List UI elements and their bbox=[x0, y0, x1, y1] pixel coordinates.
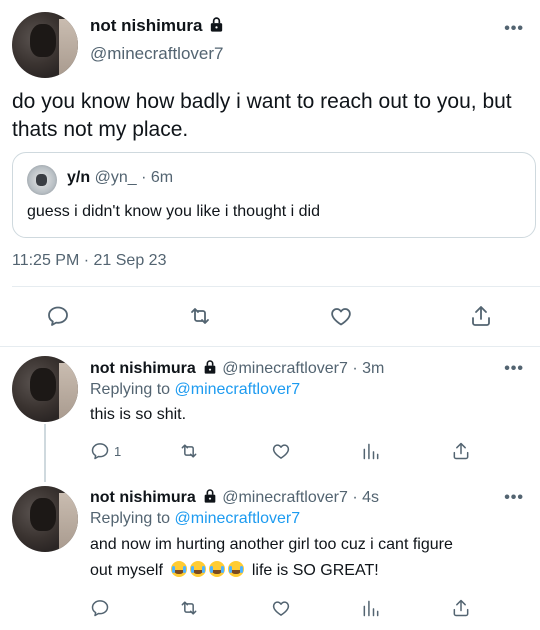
reply-time[interactable]: · 4s bbox=[352, 489, 379, 506]
retweet-icon[interactable] bbox=[178, 598, 200, 618]
tweet-text: do you know how badly i want to reach ou… bbox=[12, 90, 512, 141]
like-icon[interactable] bbox=[328, 304, 354, 328]
quote-handle: @yn_ bbox=[94, 169, 137, 186]
quote-display-name: y/n bbox=[67, 169, 91, 186]
display-name[interactable]: not nishimura bbox=[90, 489, 196, 506]
reply-text-segment: life is SO GREAT! bbox=[251, 562, 379, 579]
reply-time[interactable]: · 3m bbox=[352, 360, 384, 377]
quote-avatar bbox=[27, 165, 57, 195]
quote-text: guess i didn't know you like i thought i… bbox=[27, 203, 321, 220]
more-icon[interactable]: ••• bbox=[504, 20, 524, 38]
display-name[interactable]: not nishimura bbox=[90, 360, 196, 377]
lock-icon bbox=[208, 16, 225, 38]
retweet-icon[interactable] bbox=[178, 441, 200, 461]
avatar[interactable] bbox=[12, 486, 78, 552]
share-icon[interactable] bbox=[451, 598, 471, 618]
more-icon[interactable]: ••• bbox=[504, 489, 524, 507]
reply-icon[interactable] bbox=[46, 304, 70, 328]
replying-to: Replying to @minecraftlover7 bbox=[90, 510, 300, 528]
like-icon[interactable] bbox=[270, 441, 292, 461]
author-line: not nishimura bbox=[90, 16, 225, 38]
more-icon[interactable]: ••• bbox=[504, 360, 524, 378]
action-bar bbox=[0, 300, 540, 332]
mention-link[interactable]: @minecraftlover7 bbox=[175, 381, 301, 398]
lock-icon bbox=[202, 359, 218, 380]
reply-author-line: not nishimura @minecraftlover7 · 3m bbox=[90, 359, 384, 380]
display-name[interactable]: not nishimura bbox=[90, 16, 202, 35]
reply-icon[interactable] bbox=[90, 598, 110, 618]
avatar[interactable] bbox=[12, 12, 78, 78]
share-icon[interactable] bbox=[451, 441, 471, 461]
quoted-tweet[interactable]: y/n @yn_ · 6m guess i didn't know you li… bbox=[12, 152, 536, 238]
reply-button[interactable]: 1 bbox=[90, 441, 121, 461]
avatar[interactable] bbox=[12, 356, 78, 422]
reply-text: and now im hurting another girl too cuz … bbox=[90, 532, 510, 584]
share-icon[interactable] bbox=[469, 304, 493, 328]
reply-text-line: and now im hurting another girl too cuz … bbox=[90, 536, 453, 553]
cat-tears-emoji bbox=[171, 561, 247, 579]
reply-text-line: out myself life is SO GREAT! bbox=[90, 558, 510, 584]
reply-author-line: not nishimura @minecraftlover7 · 4s bbox=[90, 488, 379, 509]
mention-link[interactable]: @minecraftlover7 bbox=[175, 510, 301, 527]
quote-author-line: y/n @yn_ · 6m bbox=[67, 169, 173, 187]
reply-count: 1 bbox=[114, 443, 122, 459]
handle[interactable]: @minecraftlover7 bbox=[222, 360, 348, 377]
lock-icon bbox=[202, 488, 218, 509]
handle[interactable]: @minecraftlover7 bbox=[222, 489, 348, 506]
handle[interactable]: @minecraftlover7 bbox=[90, 44, 223, 64]
quote-time: · 6m bbox=[141, 169, 174, 186]
reply-text: this is so shit. bbox=[90, 406, 187, 423]
divider bbox=[0, 346, 540, 347]
retweet-icon[interactable] bbox=[187, 304, 213, 328]
replying-prefix: Replying to bbox=[90, 381, 171, 398]
replying-prefix: Replying to bbox=[90, 510, 171, 527]
views-icon[interactable] bbox=[361, 598, 381, 618]
views-icon[interactable] bbox=[361, 441, 381, 461]
replying-to: Replying to @minecraftlover7 bbox=[90, 381, 300, 399]
like-icon[interactable] bbox=[270, 598, 292, 618]
tweet-timestamp[interactable]: 11:25 PM · 21 Sep 23 bbox=[12, 252, 166, 270]
reply-icon bbox=[90, 441, 110, 461]
thread-line bbox=[44, 424, 46, 482]
divider bbox=[12, 286, 540, 287]
reply-text-segment: out myself bbox=[90, 562, 163, 579]
